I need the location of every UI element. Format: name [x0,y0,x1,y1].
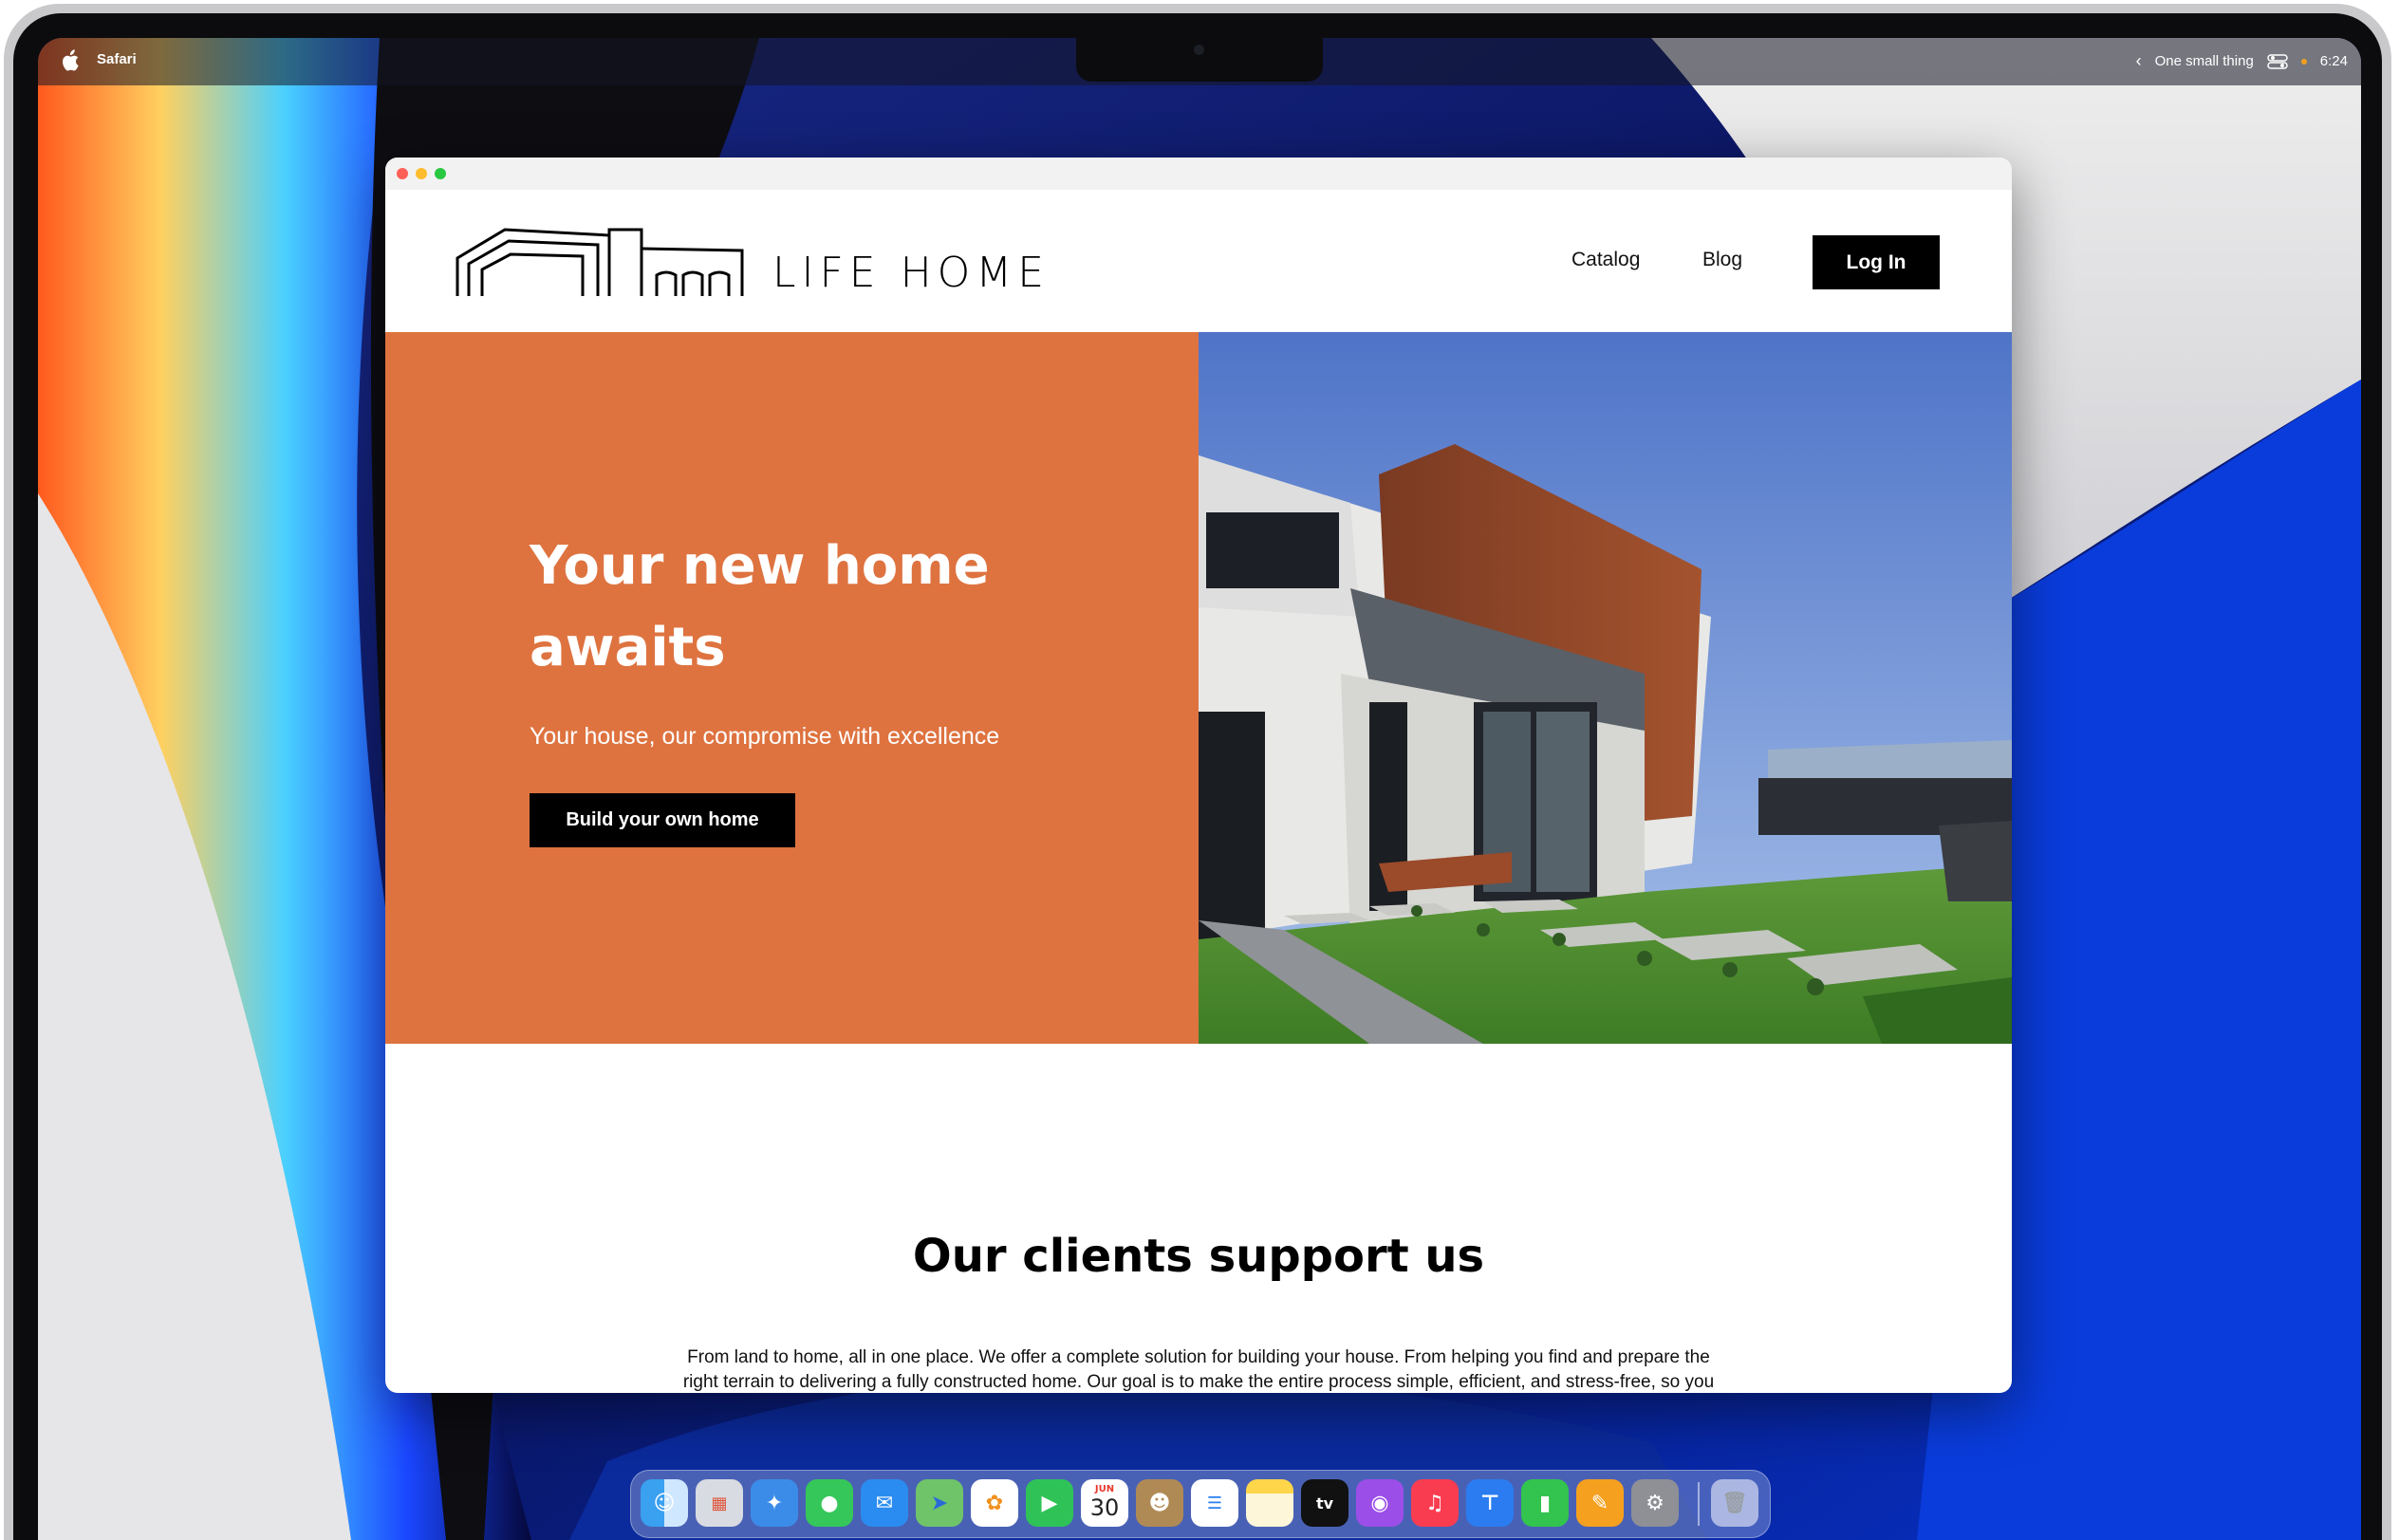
pages-icon[interactable]: ✎ [1576,1479,1624,1527]
calendar-month: JUN [1094,1484,1115,1494]
minimize-window-button[interactable] [416,168,427,179]
dock-separator [1698,1482,1700,1526]
window-titlebar[interactable] [385,158,2012,191]
house-logo-icon[interactable] [456,226,746,300]
build-home-button[interactable]: Build your own home [530,793,795,847]
camera-notch [1076,38,1323,82]
apple-logo-icon[interactable] [59,49,80,72]
keynote-icon[interactable]: ⊤ [1466,1479,1514,1527]
hero-subtitle: Your house, our compromise with excellen… [530,723,1000,750]
mail-icon[interactable]: ✉ [861,1479,908,1527]
music-icon[interactable]: ♫ [1411,1479,1459,1527]
clock[interactable]: 6:24 [2320,53,2348,69]
control-center-icon[interactable] [2267,53,2288,69]
modern-house-photo [1199,332,2012,1044]
safari-icon[interactable]: ✦ [751,1479,798,1527]
now-playing-label[interactable]: One small thing [2155,53,2254,69]
zoom-window-button[interactable] [435,168,446,179]
maps-icon[interactable]: ➤ [916,1479,963,1527]
browser-window: LIFE HOME Catalog Blog Log In Your new h… [385,158,2012,1393]
finder-icon[interactable]: ☺ [641,1479,688,1527]
recording-indicator-icon [2300,58,2307,65]
messages-icon[interactable]: ● [806,1479,853,1527]
notes-icon[interactable] [1246,1479,1293,1527]
contacts-icon[interactable]: ☻ [1136,1479,1183,1527]
menu-bar-status: ‹ One small thing 6:24 [2136,51,2348,71]
camera-icon [1194,45,1204,55]
login-button[interactable]: Log In [1813,235,1940,289]
brand-name[interactable]: LIFE HOME [772,249,1050,297]
nav-catalog-link[interactable]: Catalog [1571,249,1640,271]
nav-blog-link[interactable]: Blog [1702,249,1742,271]
clients-section-title: Our clients support us [912,1230,1485,1283]
site-header: LIFE HOME Catalog Blog Log In [385,190,2012,332]
dock: ☺ ▦ ✦ ● ✉ ➤ ✿ ▶ JUN 30 ☻ ☰ tv ◉ ♫ ⊤ ▮ ✎ … [630,1470,1771,1538]
clients-section-text: From land to home, all in one place. We … [682,1347,1715,1392]
chevron-left-icon[interactable]: ‹ [2136,51,2142,71]
hero-title: Your new home awaits [530,535,990,678]
calendar-day: 30 [1089,1494,1120,1521]
reminders-icon[interactable]: ☰ [1191,1479,1238,1527]
trash-icon[interactable]: 🗑 [1711,1479,1758,1527]
settings-icon[interactable]: ⚙ [1631,1479,1679,1527]
desktop-screen: Safari ‹ One small thing 6:24 LIFE HOME … [38,38,2361,1540]
photos-icon[interactable]: ✿ [971,1479,1018,1527]
close-window-button[interactable] [397,168,408,179]
launchpad-icon[interactable]: ▦ [696,1479,743,1527]
numbers-icon[interactable]: ▮ [1521,1479,1569,1527]
active-app-name[interactable]: Safari [97,51,137,67]
hero-panel: Your new home awaits Your house, our com… [385,332,1199,1044]
facetime-icon[interactable]: ▶ [1026,1479,1073,1527]
calendar-icon[interactable]: JUN 30 [1081,1479,1128,1527]
tv-icon[interactable]: tv [1301,1479,1348,1527]
podcasts-icon[interactable]: ◉ [1356,1479,1404,1527]
